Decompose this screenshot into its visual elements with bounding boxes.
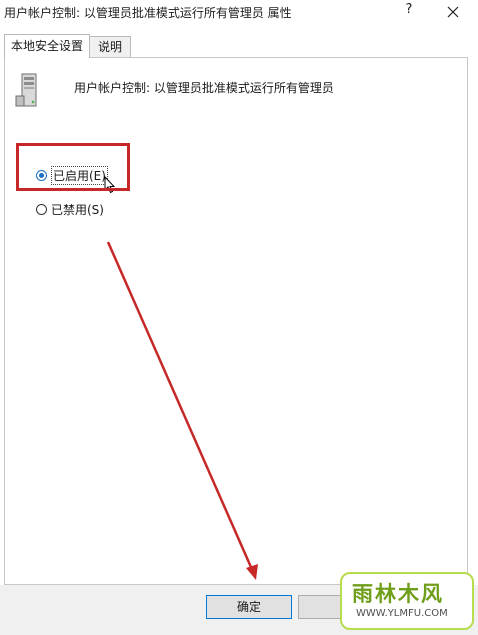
annotation-highlight-box xyxy=(16,143,130,191)
help-button[interactable]: ? xyxy=(400,0,418,20)
close-button[interactable] xyxy=(440,0,466,22)
close-icon xyxy=(447,6,459,17)
disabled-option[interactable]: 已禁用(S) xyxy=(36,200,104,218)
watermark-url-text: WWW.YLMFU.COM xyxy=(356,608,448,619)
window-title: 用户帐户控制: 以管理员批准模式运行所有管理员 属性 xyxy=(4,6,292,20)
title-bar: 用户帐户控制: 以管理员批准模式运行所有管理员 属性 ? xyxy=(0,0,478,32)
tab-panel xyxy=(4,57,468,585)
disabled-radio[interactable] xyxy=(36,203,47,215)
policy-name: 用户帐户控制: 以管理员批准模式运行所有管理员 xyxy=(74,81,334,95)
tab-local-security-setting[interactable]: 本地安全设置 xyxy=(4,34,90,58)
tab-explain[interactable]: 说明 xyxy=(89,36,131,57)
ok-button[interactable]: 确定 xyxy=(206,595,292,619)
watermark-main-text: 雨林木风 xyxy=(352,582,444,606)
disabled-radio-label[interactable]: 已禁用(S) xyxy=(51,201,104,218)
server-policy-icon xyxy=(15,73,37,107)
watermark-logo: 雨林木风 WWW.YLMFU.COM xyxy=(340,572,474,630)
